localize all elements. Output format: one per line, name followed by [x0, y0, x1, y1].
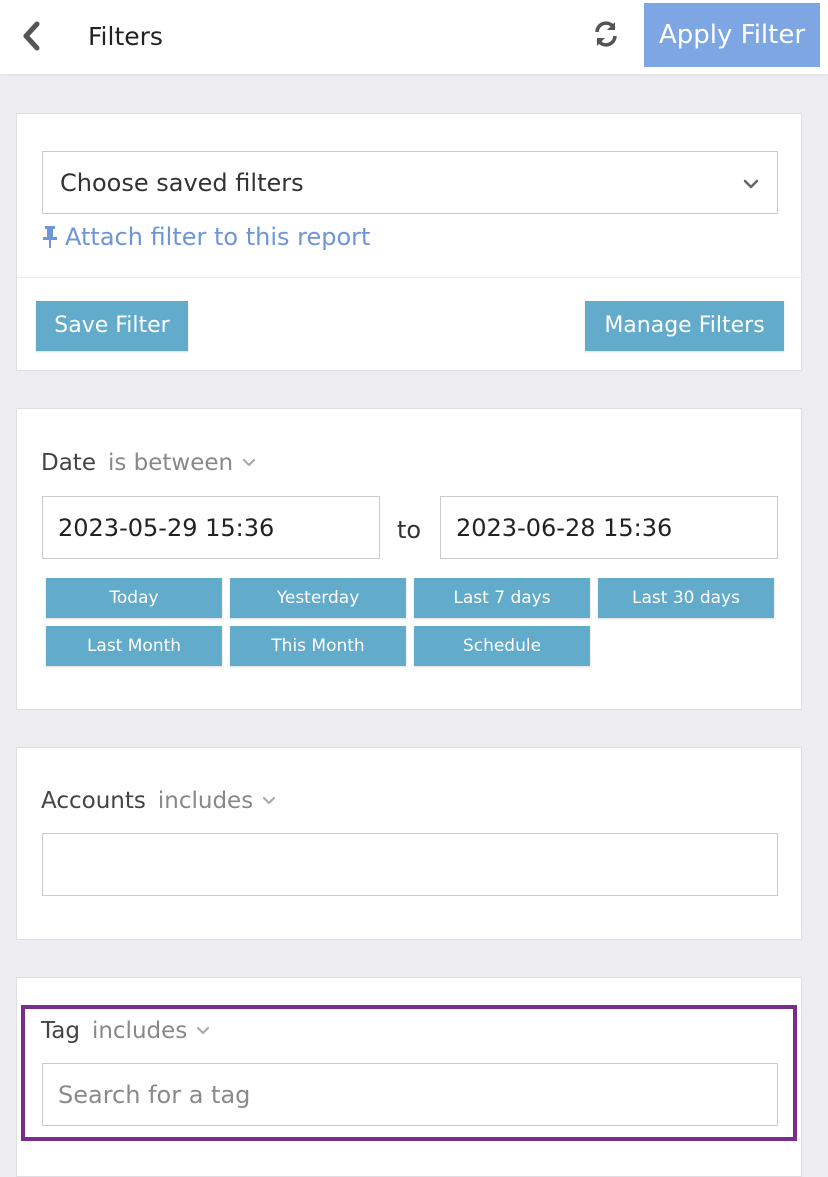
- preset-last-month-button[interactable]: Last Month: [46, 626, 222, 666]
- top-bar: Filters Apply Filter: [0, 0, 828, 74]
- preset-yesterday-button[interactable]: Yesterday: [230, 578, 406, 618]
- date-to-input[interactable]: [440, 496, 778, 559]
- tag-operator-label: includes: [91, 1018, 188, 1044]
- date-operator-dropdown[interactable]: is between: [108, 448, 257, 478]
- accounts-field-name: Accounts: [41, 788, 146, 814]
- apply-filter-button[interactable]: Apply Filter: [644, 3, 820, 67]
- pin-icon: [43, 226, 57, 248]
- tag-filter-card: Tag includes: [16, 977, 802, 1177]
- date-operator-label: is between: [107, 450, 234, 476]
- preset-last-7-days-button[interactable]: Last 7 days: [414, 578, 590, 618]
- preset-today-button[interactable]: Today: [46, 578, 222, 618]
- back-button[interactable]: [14, 18, 50, 54]
- accounts-operator-dropdown[interactable]: includes: [158, 786, 277, 816]
- saved-filters-card: Choose saved filters Attach filter to th…: [16, 113, 802, 371]
- accounts-input[interactable]: [42, 833, 778, 896]
- accounts-operator-label: includes: [157, 788, 254, 814]
- divider: [17, 277, 801, 278]
- chevron-down-icon: [263, 796, 276, 805]
- chevron-down-icon: [197, 1026, 210, 1035]
- refresh-icon: [595, 21, 617, 47]
- preset-this-month-button[interactable]: This Month: [230, 626, 406, 666]
- manage-filters-button[interactable]: Manage Filters: [585, 301, 784, 351]
- tag-search-input[interactable]: [42, 1063, 778, 1126]
- preset-last-30-days-button[interactable]: Last 30 days: [598, 578, 774, 618]
- tag-filter-label: Tag includes: [41, 1016, 211, 1046]
- accounts-filter-card: Accounts includes: [16, 747, 802, 940]
- tag-field-name: Tag: [41, 1018, 80, 1044]
- date-field-name: Date: [41, 450, 96, 476]
- saved-filters-select-value: Choose saved filters: [60, 169, 304, 197]
- date-from-input[interactable]: [42, 496, 380, 559]
- attach-filter-link[interactable]: Attach filter to this report: [41, 221, 370, 253]
- attach-filter-label: Attach filter to this report: [65, 223, 371, 251]
- page-title: Filters: [88, 22, 163, 51]
- saved-filters-select[interactable]: Choose saved filters: [42, 151, 778, 214]
- preset-schedule-button[interactable]: Schedule: [414, 626, 590, 666]
- date-filter-card: Date is between to Today Yesterday Last …: [16, 408, 802, 710]
- date-filter-label: Date is between: [41, 448, 257, 478]
- refresh-button[interactable]: [590, 18, 622, 50]
- tag-operator-dropdown[interactable]: includes: [92, 1016, 211, 1046]
- date-to-label: to: [397, 516, 422, 544]
- chevron-down-icon: [243, 458, 256, 467]
- chevron-left-icon: [23, 21, 40, 51]
- accounts-filter-label: Accounts includes: [41, 786, 277, 816]
- chevron-down-icon: [743, 179, 759, 189]
- save-filter-button[interactable]: Save Filter: [36, 301, 188, 351]
